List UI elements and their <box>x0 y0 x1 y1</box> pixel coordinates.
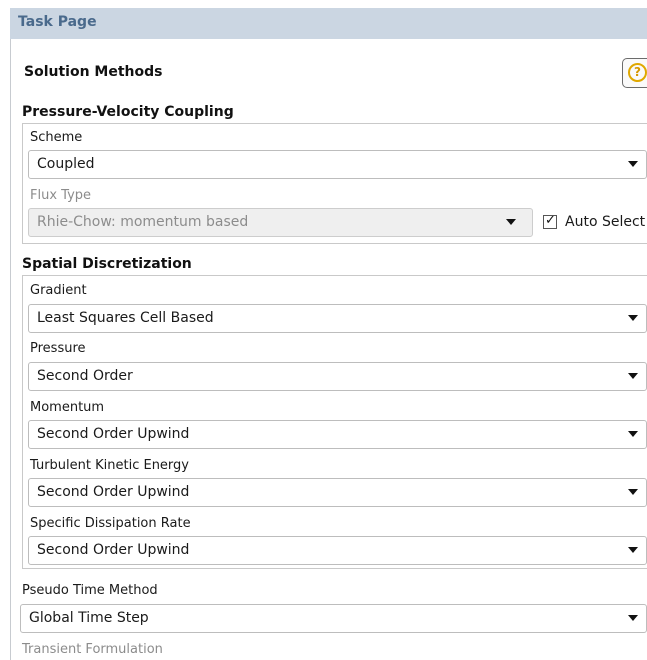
flux-type-value: Rhie-Chow: momentum based <box>37 214 249 230</box>
pressure-dropdown[interactable]: Second Order <box>28 362 647 391</box>
sdr-dropdown[interactable]: Second Order Upwind <box>28 536 647 565</box>
auto-select-label[interactable]: Auto Select <box>565 214 645 230</box>
section-title: Solution Methods <box>24 64 163 80</box>
chevron-down-icon <box>628 373 638 379</box>
chevron-down-icon <box>628 547 638 553</box>
tke-value: Second Order Upwind <box>37 484 190 500</box>
momentum-dropdown[interactable]: Second Order Upwind <box>28 420 647 449</box>
scheme-label: Scheme <box>30 130 83 145</box>
flux-type-label: Flux Type <box>30 188 92 203</box>
task-page-header: Task Page <box>10 8 647 39</box>
chevron-down-icon <box>628 315 638 321</box>
chevron-down-icon <box>628 161 638 167</box>
sdr-label: Specific Dissipation Rate <box>30 516 191 531</box>
chevron-down-icon <box>628 615 638 621</box>
pseudo-time-label: Pseudo Time Method <box>22 583 158 598</box>
auto-select-checkbox[interactable]: ✓ <box>543 213 557 229</box>
pseudo-time-value: Global Time Step <box>29 610 149 626</box>
scheme-value: Coupled <box>37 156 95 172</box>
transient-formulation-label: Transient Formulation <box>22 642 163 657</box>
flux-type-dropdown[interactable]: Rhie-Chow: momentum based <box>28 208 533 237</box>
gradient-dropdown[interactable]: Least Squares Cell Based <box>28 304 647 333</box>
scheme-dropdown[interactable]: Coupled <box>28 150 647 179</box>
checkmark-icon: ✓ <box>545 213 556 228</box>
chevron-down-icon <box>506 219 516 225</box>
pressure-label: Pressure <box>30 341 86 356</box>
pressure-velocity-title: Pressure-Velocity Coupling <box>22 104 234 120</box>
pseudo-time-dropdown[interactable]: Global Time Step <box>20 604 647 633</box>
chevron-down-icon <box>628 431 638 437</box>
gradient-label: Gradient <box>30 283 87 298</box>
gradient-value: Least Squares Cell Based <box>37 310 214 326</box>
task-page-title: Task Page <box>18 14 97 30</box>
help-icon: ? <box>628 63 647 82</box>
momentum-label: Momentum <box>30 400 105 415</box>
tke-dropdown[interactable]: Second Order Upwind <box>28 478 647 507</box>
spatial-discretization-title: Spatial Discretization <box>22 256 192 272</box>
help-button[interactable]: ? <box>622 58 647 88</box>
momentum-value: Second Order Upwind <box>37 426 190 442</box>
panel-left-border <box>10 39 11 660</box>
tke-label: Turbulent Kinetic Energy <box>30 458 189 473</box>
sdr-value: Second Order Upwind <box>37 542 190 558</box>
chevron-down-icon <box>628 489 638 495</box>
pressure-value: Second Order <box>37 368 133 384</box>
